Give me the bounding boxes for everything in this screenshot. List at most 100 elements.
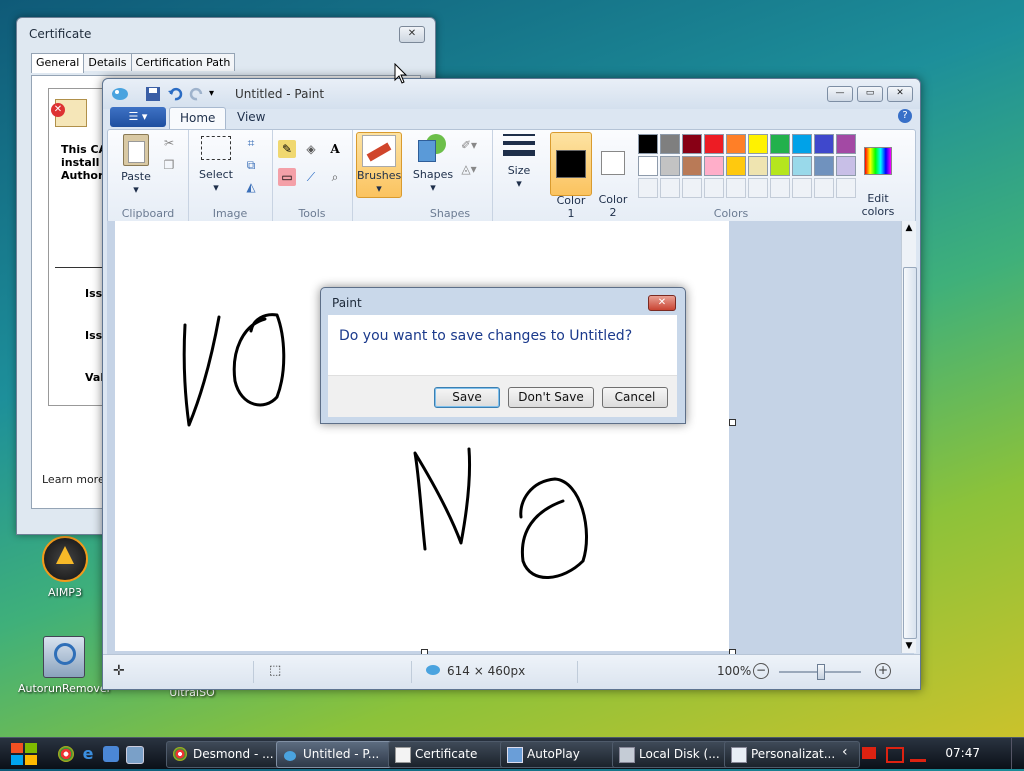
ribbon-tabs: ☰ ▾ Home View ? xyxy=(103,107,920,129)
color-swatch[interactable] xyxy=(770,156,790,176)
color-swatch[interactable] xyxy=(704,134,724,154)
select-button[interactable]: Select ▾ xyxy=(196,136,236,194)
save-icon[interactable] xyxy=(145,86,161,102)
custom-color-slot[interactable] xyxy=(638,178,658,198)
tab-certification-path[interactable]: Certification Path xyxy=(130,53,236,71)
minimize-button[interactable]: — xyxy=(827,86,853,102)
image-size-icon xyxy=(425,663,441,677)
size-button[interactable]: Size ▾ xyxy=(498,134,540,190)
color-swatch[interactable] xyxy=(638,134,658,154)
fill-shape-icon[interactable]: ◬▾ xyxy=(460,160,478,178)
tab-general[interactable]: General xyxy=(31,53,85,73)
dialog-close-button[interactable]: ✕ xyxy=(648,295,676,311)
start-button[interactable] xyxy=(6,740,44,768)
custom-color-slot[interactable] xyxy=(814,178,834,198)
ribbon: Paste ▾ ✂ ❐ Clipboard Select ▾ ⌗ ⧉ ◭ Ima… xyxy=(107,129,916,223)
custom-color-slot[interactable] xyxy=(726,178,746,198)
customize-quick-access-icon[interactable]: ▾ xyxy=(209,86,225,102)
color-swatch[interactable] xyxy=(726,156,746,176)
shapes-button[interactable]: Shapes ▾ xyxy=(412,134,454,194)
custom-color-slot[interactable] xyxy=(748,178,768,198)
vertical-scrollbar[interactable]: ▲ ▼ xyxy=(901,221,917,653)
color1-button[interactable]: Color 1 xyxy=(550,132,592,220)
resize-icon[interactable]: ⧉ xyxy=(242,156,260,174)
color-swatch[interactable] xyxy=(836,156,856,176)
custom-color-slot[interactable] xyxy=(704,178,724,198)
cancel-button[interactable]: Cancel xyxy=(602,387,668,408)
color-swatch[interactable] xyxy=(704,156,724,176)
drawing-canvas[interactable] xyxy=(115,221,729,651)
tab-home[interactable]: Home xyxy=(169,107,227,129)
custom-color-slot[interactable] xyxy=(660,178,680,198)
custom-color-slot[interactable] xyxy=(682,178,702,198)
color-swatch[interactable] xyxy=(660,134,680,154)
color-swatch[interactable] xyxy=(836,134,856,154)
redo-icon[interactable] xyxy=(189,86,205,102)
dialog-footer: Save Don't Save Cancel xyxy=(328,375,677,417)
save-button[interactable]: Save xyxy=(434,387,500,408)
help-icon[interactable]: ? xyxy=(898,109,912,123)
desktop-icon-aimp3[interactable]: AIMP3 xyxy=(36,536,94,599)
paint-icon xyxy=(283,747,297,761)
color2-button[interactable]: Color 2 xyxy=(594,132,632,219)
color-swatch[interactable] xyxy=(660,156,680,176)
show-desktop-icon[interactable] xyxy=(103,746,119,762)
taskbar-item-personalization[interactable]: Personalizat... xyxy=(724,741,860,768)
undo-icon[interactable] xyxy=(167,86,183,102)
tab-details[interactable]: Details xyxy=(83,53,132,71)
tray-icon-network[interactable] xyxy=(886,747,904,763)
close-button[interactable]: ✕ xyxy=(399,26,425,43)
rotate-icon[interactable]: ◭ xyxy=(242,178,260,196)
scroll-up-arrow[interactable]: ▲ xyxy=(902,223,916,233)
tab-view[interactable]: View xyxy=(227,107,275,128)
color-swatch[interactable] xyxy=(682,134,702,154)
clock[interactable]: 07:47 xyxy=(945,746,980,760)
fill-icon[interactable]: ◈ xyxy=(302,140,320,158)
outline-icon[interactable]: ✐▾ xyxy=(460,136,478,154)
brushes-button[interactable]: Brushes ▾ xyxy=(356,132,402,198)
tray-icon-volume[interactable] xyxy=(910,747,926,762)
color-swatch[interactable] xyxy=(814,156,834,176)
color-swatch[interactable] xyxy=(814,134,834,154)
color-swatch[interactable] xyxy=(748,134,768,154)
zoom-out-button[interactable]: − xyxy=(753,663,769,679)
pencil-icon[interactable]: ✎ xyxy=(278,140,296,158)
color-swatch[interactable] xyxy=(726,134,746,154)
custom-color-slot[interactable] xyxy=(836,178,856,198)
zoom-in-button[interactable]: + xyxy=(875,663,891,679)
paste-button[interactable]: Paste ▾ xyxy=(116,134,156,196)
internet-explorer-icon[interactable]: e xyxy=(80,746,96,762)
scroll-thumb[interactable] xyxy=(903,267,917,639)
tray-icon-red[interactable] xyxy=(862,747,876,759)
color-swatch[interactable] xyxy=(682,156,702,176)
resize-handle[interactable] xyxy=(729,419,736,426)
show-hidden-icons-button[interactable]: ‹ xyxy=(842,744,848,760)
cursor-position-icon: ✛ xyxy=(113,663,125,679)
magnifier-icon[interactable]: ⌕ xyxy=(326,168,344,186)
eraser-icon[interactable]: ▭ xyxy=(278,168,296,186)
zoom-slider[interactable] xyxy=(779,664,861,680)
chrome-quicklaunch-icon[interactable] xyxy=(58,746,74,762)
color-swatch[interactable] xyxy=(638,156,658,176)
show-desktop-strip[interactable] xyxy=(1011,738,1024,769)
crop-icon[interactable]: ⌗ xyxy=(242,134,260,152)
color-swatch[interactable] xyxy=(748,156,768,176)
maximize-button[interactable]: ▭ xyxy=(857,86,883,102)
color-picker-icon[interactable]: ⟋ xyxy=(302,168,320,186)
text-icon[interactable]: A xyxy=(326,140,344,158)
color-swatch[interactable] xyxy=(770,134,790,154)
zoom-slider-thumb[interactable] xyxy=(817,664,825,680)
custom-color-slot[interactable] xyxy=(770,178,790,198)
scroll-down-arrow[interactable]: ▼ xyxy=(902,641,916,651)
close-button[interactable]: ✕ xyxy=(887,86,913,102)
cut-icon[interactable]: ✂ xyxy=(160,134,178,152)
copy-icon[interactable]: ❐ xyxy=(160,156,178,174)
custom-color-slot[interactable] xyxy=(792,178,812,198)
color-swatch[interactable] xyxy=(792,134,812,154)
desktop-icon-autorunremover[interactable]: AutorunRemover xyxy=(18,636,111,695)
dont-save-button[interactable]: Don't Save xyxy=(508,387,594,408)
paint-menu-button[interactable]: ☰ ▾ xyxy=(110,107,166,127)
color-swatch[interactable] xyxy=(792,156,812,176)
title-bar: ▾ Untitled - Paint — ▭ ✕ xyxy=(103,79,920,109)
switch-windows-icon[interactable] xyxy=(126,746,144,764)
